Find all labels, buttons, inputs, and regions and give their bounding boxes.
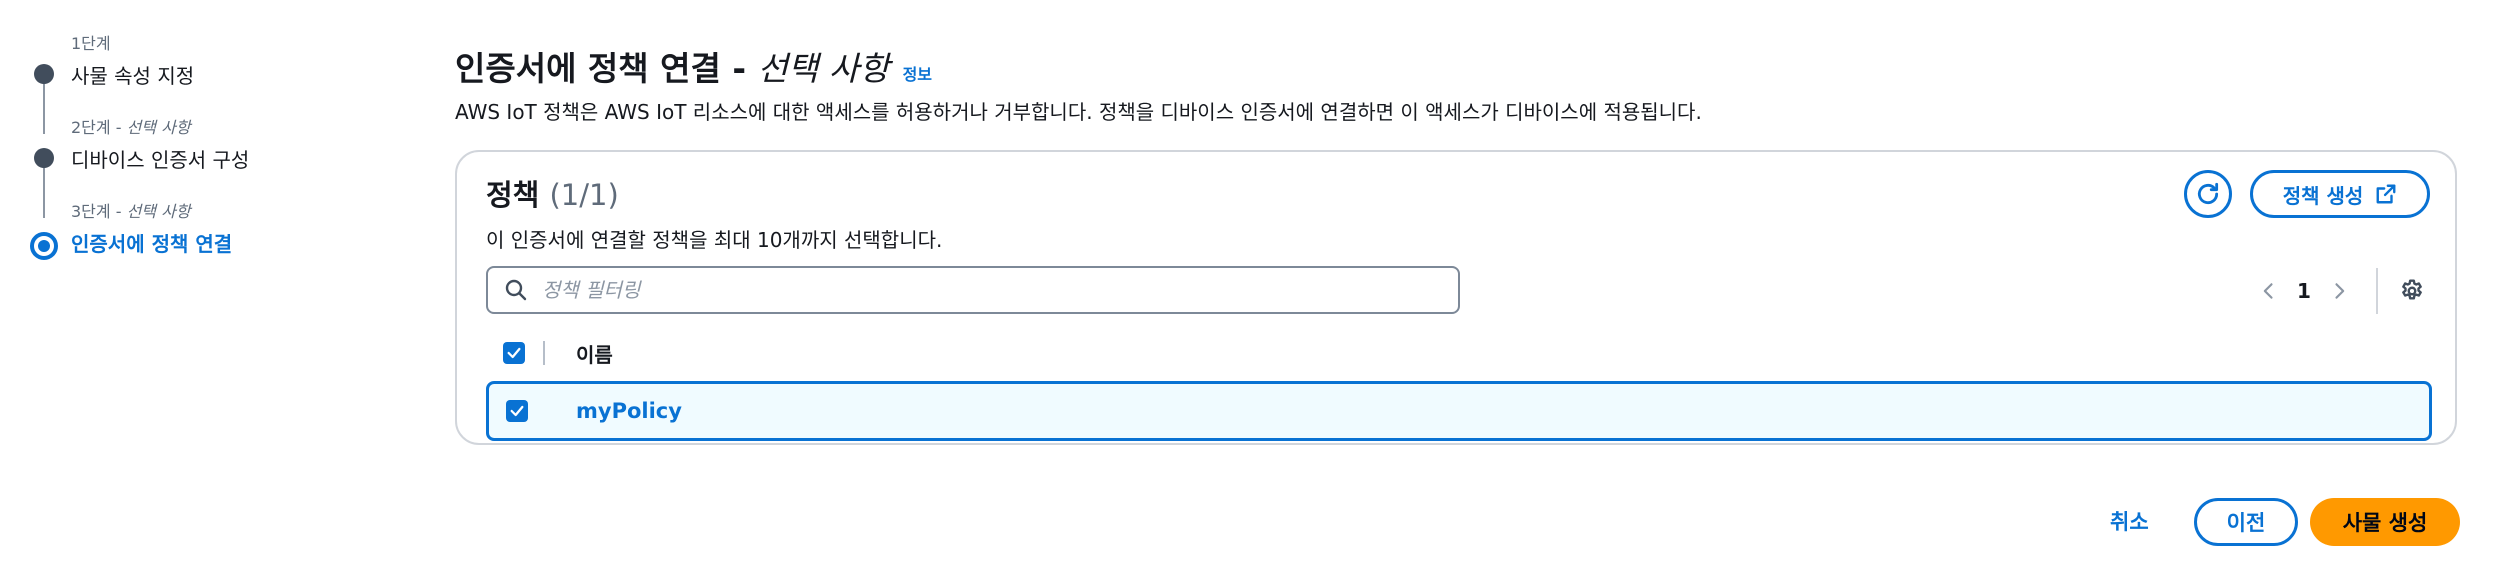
step-3-label: 3단계 - 선택 사항 [71,198,191,222]
table-row[interactable]: myPolicy [486,381,2432,441]
policies-title-text: 정책 [486,178,540,212]
step-2-indicator [34,148,54,168]
step-2-optional: 선택 사항 [126,118,191,137]
policies-count: (1/1) [549,178,619,212]
refresh-icon [2197,182,2219,205]
step-3-optional: 선택 사항 [126,202,191,221]
step-3-number: 3단계 - [71,202,127,221]
step-1-indicator [34,64,54,84]
current-page[interactable]: 1 [2286,279,2322,303]
table-settings-button[interactable] [2395,274,2429,308]
gear-icon [2402,279,2422,300]
stepper-connector [43,164,45,218]
create-policy-button[interactable]: 정책 생성 [2250,170,2430,218]
chevron-right-icon [2335,283,2345,299]
checkmark-icon [507,347,521,359]
step-2-label: 2단계 - 선택 사항 [71,114,191,138]
policy-filter-input[interactable] [540,277,1424,303]
external-link-icon [2376,184,2396,204]
page-header: 인증서에 정책 연결 - 선택 사항 정보 [455,42,932,90]
step-3-title: 인증서에 정책 연결 [71,232,233,256]
refresh-button[interactable] [2184,170,2232,218]
column-divider [543,341,545,365]
pagination-divider [2376,268,2378,314]
step-3-indicator [30,232,58,260]
previous-page-button[interactable] [2252,274,2286,308]
stepper-connector [43,80,45,134]
policies-title: 정책 (1/1) [486,172,619,214]
policy-name-link[interactable]: myPolicy [576,399,682,423]
row-checkbox[interactable] [506,400,528,422]
select-all-checkbox[interactable] [503,342,525,364]
checkmark-icon [510,405,524,417]
step-2-title[interactable]: 디바이스 인증서 구성 [71,144,249,173]
page-title-optional: 선택 사항 [757,49,890,88]
step-1-title[interactable]: 사물 속성 지정 [71,60,194,89]
policy-filter[interactable] [486,266,1460,314]
column-header-name[interactable]: 이름 [576,339,613,368]
page-description: AWS IoT 정책은 AWS IoT 리소스에 대한 액세스를 허용하거나 거… [455,100,1702,124]
pagination: 1 [2252,274,2356,308]
next-page-button[interactable] [2322,274,2356,308]
previous-button[interactable]: 이전 [2194,498,2298,546]
create-thing-button[interactable]: 사물 생성 [2310,498,2460,546]
step-1-label: 1단계 [71,34,111,53]
cancel-button[interactable]: 취소 [2110,506,2149,536]
chevron-left-icon [2263,283,2273,299]
policies-container: 정책 (1/1) 이 인증서에 연결할 정책을 최대 10개까지 선택합니다. … [455,150,2457,445]
page-title-main: 인증서에 정책 연결 - [455,49,758,88]
create-policy-label: 정책 생성 [2282,183,2364,208]
page-title: 인증서에 정책 연결 - 선택 사항 [455,49,889,88]
step-2-number: 2단계 - [71,118,127,137]
search-icon [504,278,528,302]
info-link[interactable]: 정보 [903,65,932,84]
table-header: 이름 [486,332,2432,372]
policies-description: 이 인증서에 연결할 정책을 최대 10개까지 선택합니다. [486,228,943,252]
